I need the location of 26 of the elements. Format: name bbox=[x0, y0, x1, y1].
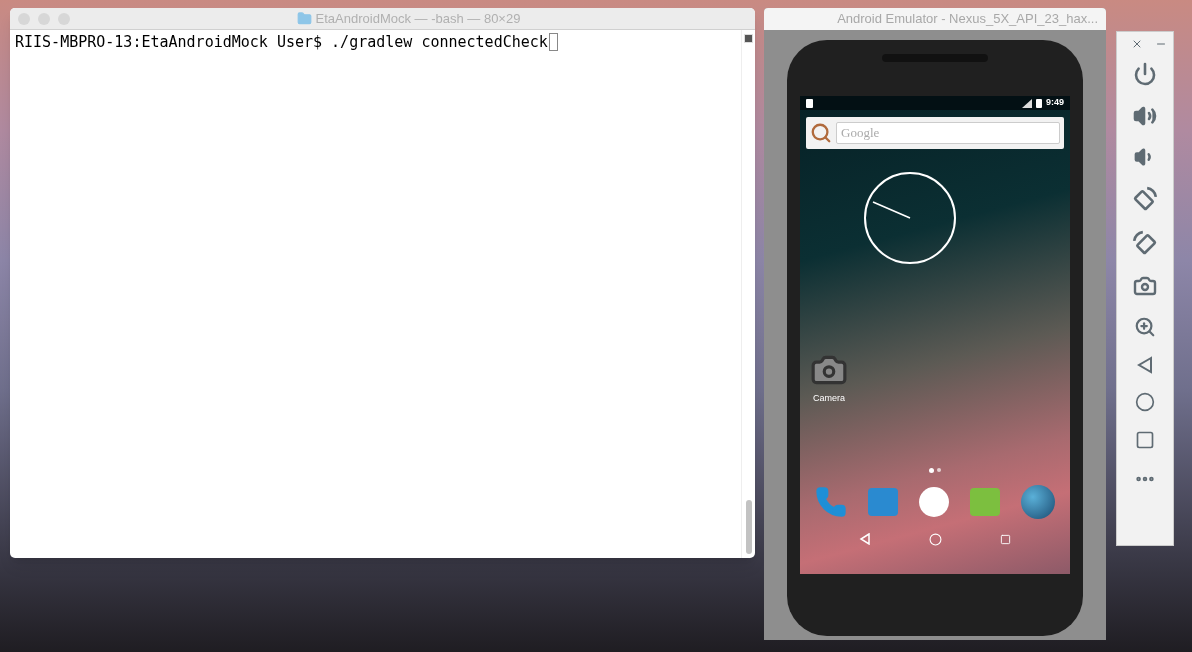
back-icon[interactable] bbox=[1136, 356, 1154, 374]
zoom-icon[interactable] bbox=[1134, 316, 1156, 338]
power-icon[interactable] bbox=[1133, 62, 1157, 86]
scroll-thumb[interactable] bbox=[745, 500, 752, 554]
rotate-icon[interactable] bbox=[1132, 230, 1158, 256]
screenshot-icon[interactable] bbox=[1133, 274, 1157, 298]
window-title: EtaAndroidMock — -bash — 80×29 bbox=[315, 9, 521, 28]
rotate-icon[interactable] bbox=[1132, 186, 1158, 212]
back-icon[interactable] bbox=[859, 533, 871, 545]
home-icon[interactable] bbox=[1135, 392, 1155, 412]
terminal-line: RIIS-MBPRO-13:EtaAndroidMock User$ ./gradlew connectedCheck bbox=[15, 32, 548, 53]
search-icon[interactable] bbox=[810, 122, 832, 144]
window-title: Android Emulator - Nexus_5X_API_23_hax... bbox=[837, 10, 1098, 29]
menu-icon bbox=[744, 34, 753, 43]
app-drawer-icon[interactable] bbox=[918, 486, 949, 517]
overview-icon[interactable] bbox=[1135, 430, 1155, 450]
status-time: 9:49 bbox=[1046, 96, 1064, 110]
signal-icon bbox=[1022, 98, 1032, 108]
folder-icon bbox=[296, 11, 312, 26]
app-label[interactable]: Camera bbox=[813, 392, 845, 406]
globe-app-icon[interactable] bbox=[1021, 484, 1056, 519]
text-cursor bbox=[548, 33, 558, 52]
recents-icon[interactable] bbox=[1000, 533, 1011, 545]
close-icon[interactable] bbox=[1131, 38, 1143, 50]
search-field[interactable]: Google bbox=[836, 122, 1060, 144]
volume-up-icon[interactable] bbox=[1133, 104, 1157, 128]
